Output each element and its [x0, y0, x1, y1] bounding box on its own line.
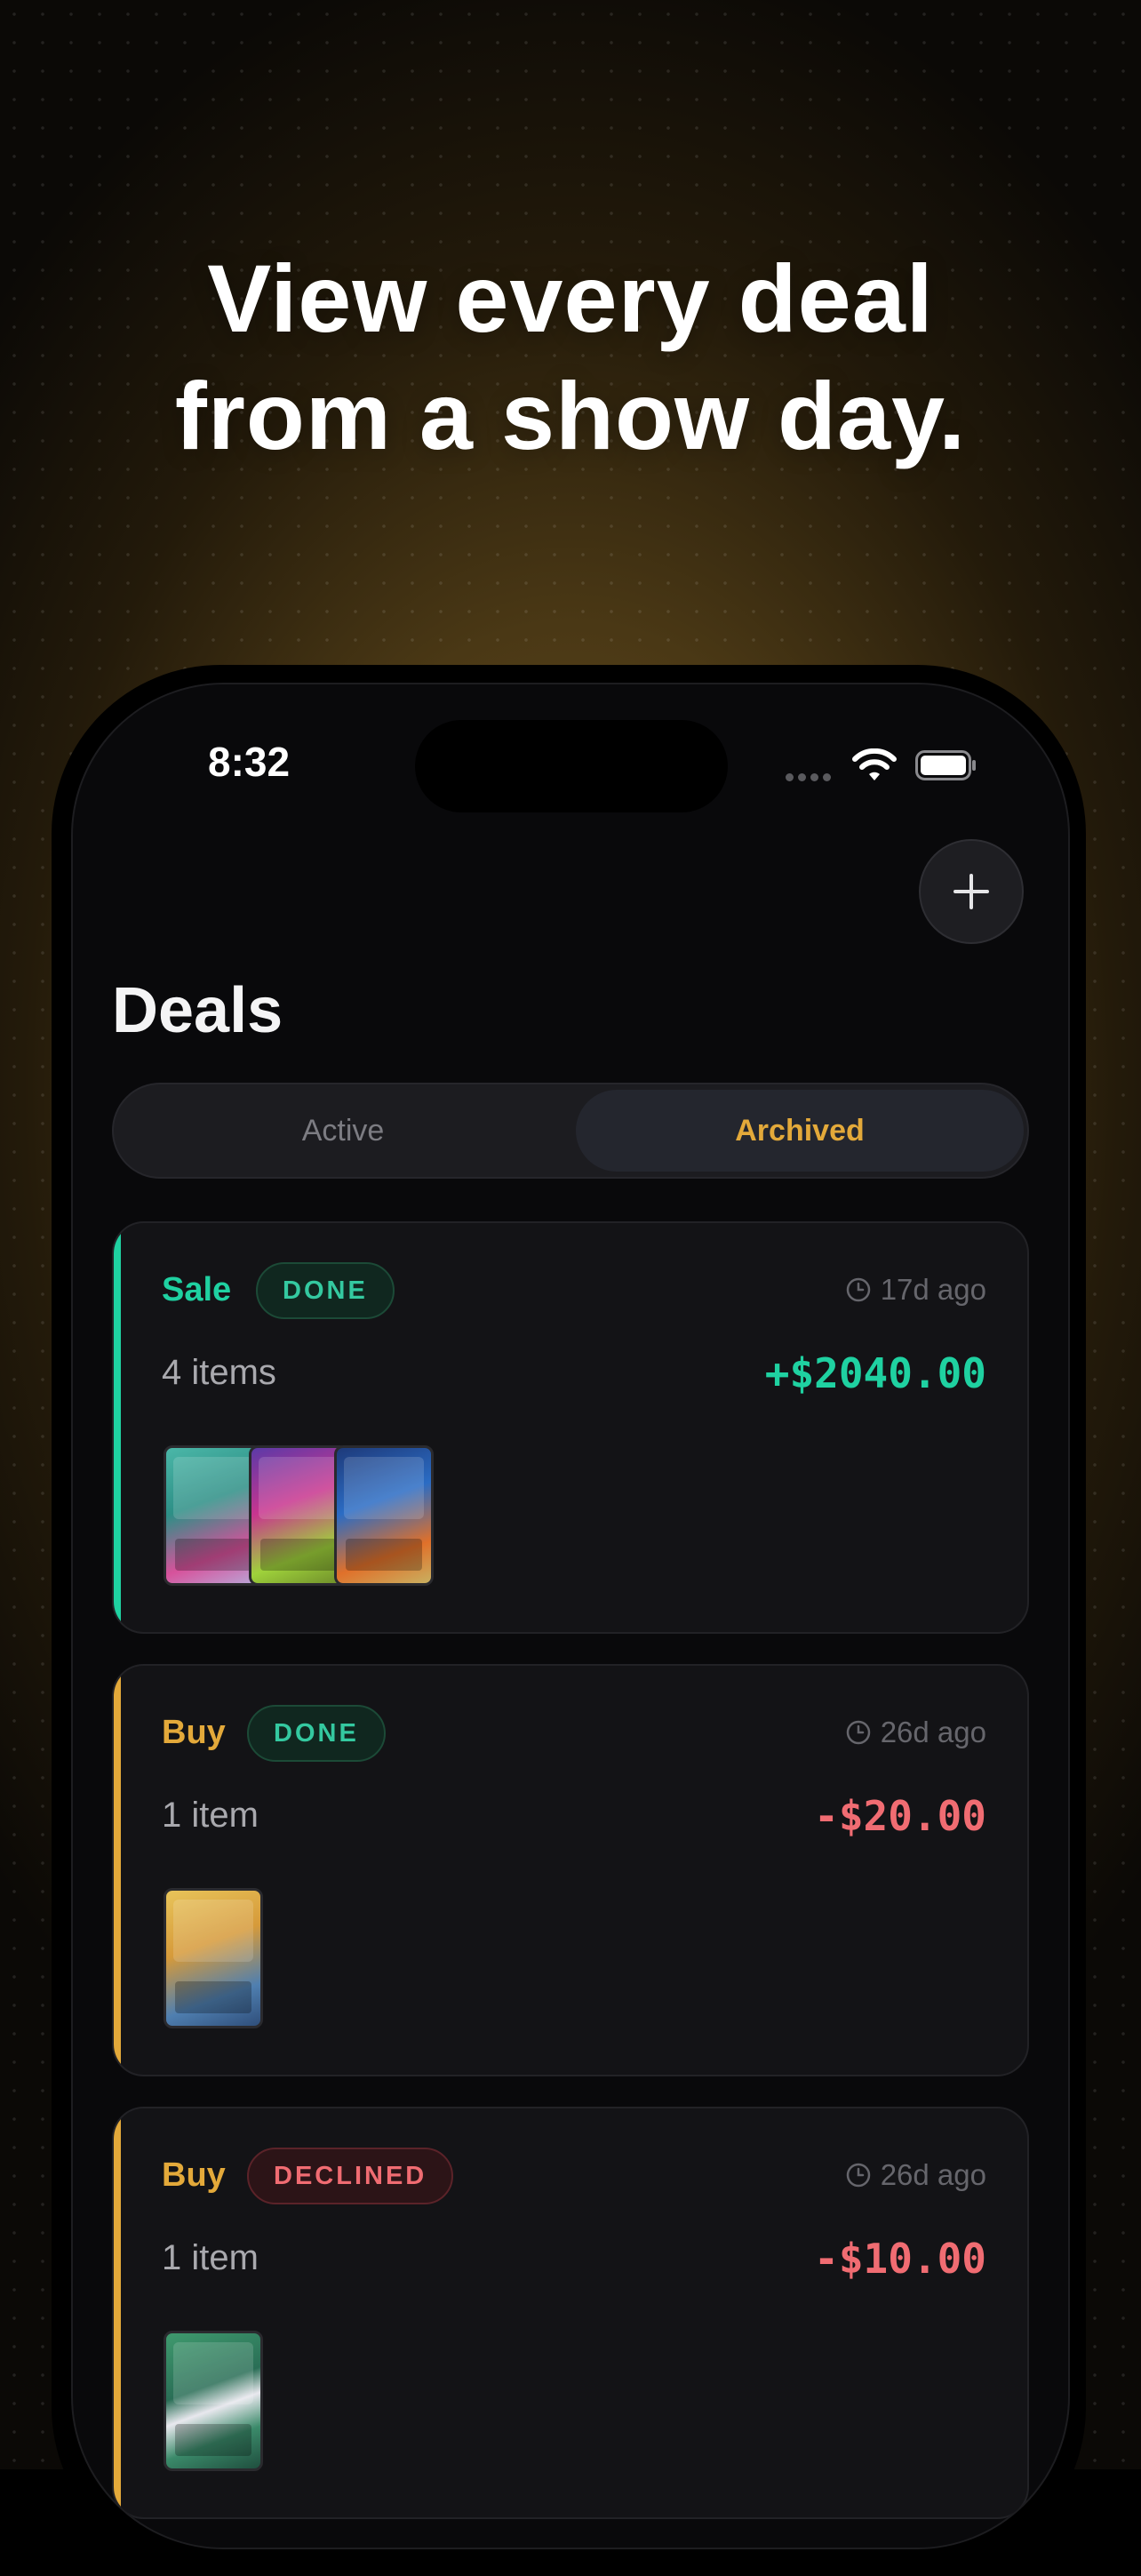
tab-archived[interactable]: Archived: [576, 1090, 1024, 1172]
clock-icon: [846, 2163, 870, 2188]
deal-timestamp: 26d ago: [845, 2158, 986, 2192]
deal-ago-label: 26d ago: [880, 1716, 986, 1748]
card-thumbnail: [334, 1445, 434, 1586]
deal-amount: -$10.00: [814, 2235, 986, 2283]
deal-type: Buy: [162, 1714, 226, 1751]
status-badge: DONE: [256, 1262, 395, 1319]
deal-ago-label: 17d ago: [880, 1273, 986, 1306]
card-thumbnail: [164, 2331, 263, 2471]
page-title: Deals: [112, 975, 283, 1046]
battery-icon: [915, 750, 976, 780]
deal-card[interactable]: Buy DONE 26d ago 1 item -$20.00: [112, 1664, 1029, 2076]
signal-icon: [786, 773, 831, 781]
card-thumbnails: [164, 1445, 434, 1586]
dynamic-island: [415, 720, 728, 812]
phone-screen: 8:32 Deals Active Archived Sale DONE 17d…: [71, 683, 1070, 2549]
deal-type: Sale: [162, 1271, 232, 1308]
card-thumbnail: [164, 1888, 263, 2028]
deal-type-stripe: [114, 1223, 121, 1632]
card-thumbnails: [164, 1888, 263, 2028]
tab-active[interactable]: Active: [114, 1084, 572, 1177]
deal-card[interactable]: Sale DONE 17d ago 4 items +$2040.00: [112, 1221, 1029, 1634]
plus-icon: [953, 874, 989, 909]
headline: View every deal from a show day.: [0, 240, 1141, 475]
deal-card[interactable]: Buy DECLINED 26d ago 1 item -$10.00: [112, 2107, 1029, 2519]
deal-type-stripe: [114, 1666, 121, 2075]
clock-icon: [846, 1277, 870, 1302]
deal-amount: +$2040.00: [764, 1349, 986, 1397]
deal-ago-label: 26d ago: [880, 2158, 986, 2191]
status-time: 8:32: [208, 739, 291, 785]
deal-type-stripe: [114, 2108, 121, 2517]
wifi-icon: [852, 748, 897, 780]
clock-icon: [846, 1720, 870, 1745]
deal-type: Buy: [162, 2156, 226, 2194]
headline-line-1: View every deal: [207, 244, 934, 352]
deal-timestamp: 26d ago: [845, 1716, 986, 1749]
deal-timestamp: 17d ago: [845, 1273, 986, 1307]
headline-line-2: from a show day.: [174, 362, 967, 469]
card-thumbnails: [164, 2331, 263, 2471]
deal-amount: -$20.00: [814, 1792, 986, 1840]
status-badge: DECLINED: [247, 2148, 454, 2204]
deal-item-count: 1 item: [162, 1796, 259, 1835]
segmented-control: Active Archived: [112, 1083, 1029, 1179]
status-badge: DONE: [247, 1705, 386, 1762]
deal-item-count: 1 item: [162, 2238, 259, 2277]
add-deal-button[interactable]: [919, 839, 1024, 944]
deal-item-count: 4 items: [162, 1353, 276, 1392]
